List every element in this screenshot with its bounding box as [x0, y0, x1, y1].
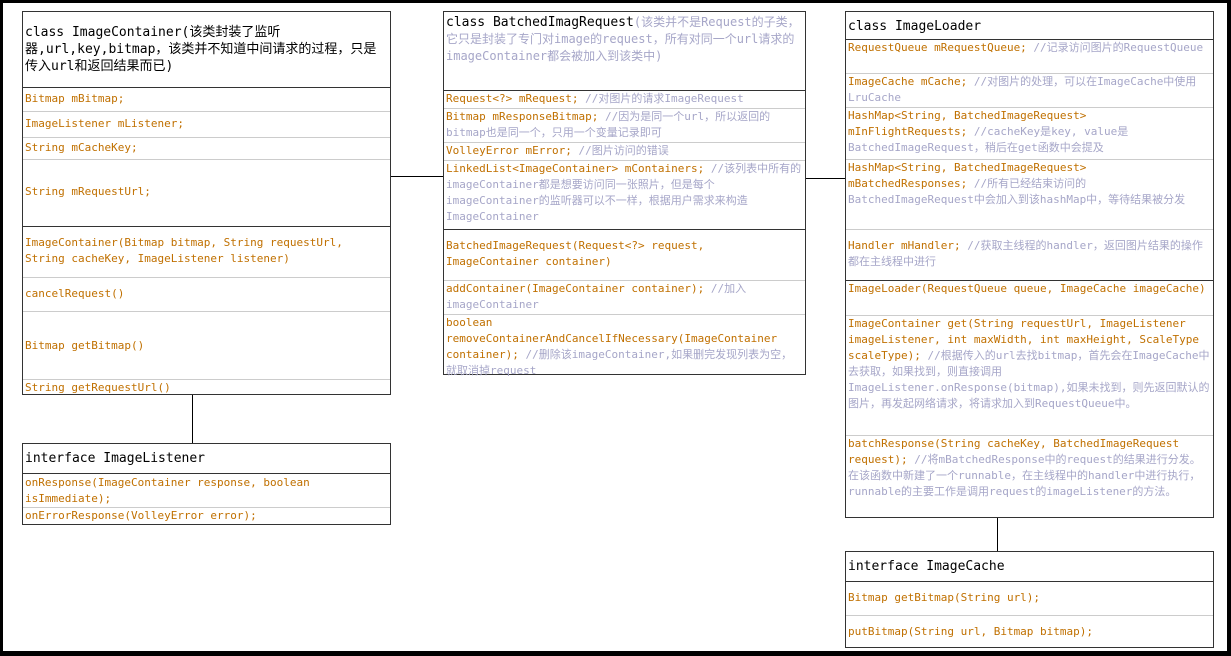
- method-code: onErrorResponse(VolleyError error);: [25, 509, 257, 522]
- method-code: putBitmap(String url, Bitmap bitmap);: [848, 625, 1094, 638]
- field-row: RequestQueue mRequestQueue; //记录访问图片的Req…: [846, 40, 1213, 74]
- field-row: Request<?> mRequest; //对图片的请求ImageReques…: [444, 91, 805, 109]
- field-row: HashMap<String, BatchedImageRequest> mBa…: [846, 160, 1213, 230]
- method-row: String getRequestUrl(): [23, 380, 390, 398]
- method-row: ImageContainer(Bitmap bitmap, String req…: [23, 226, 390, 278]
- connector-loader-cache: [997, 517, 998, 551]
- method-code: String getRequestUrl(): [25, 381, 171, 394]
- field-row: LinkedList<ImageContainer> mContainers; …: [444, 161, 805, 229]
- class-title: class ImageContainer(该类封装了监听器,url,key,bi…: [23, 12, 390, 88]
- method-row: batchResponse(String cacheKey, BatchedIm…: [846, 436, 1213, 516]
- field-row: HashMap<String, BatchedImageRequest> mIn…: [846, 108, 1213, 160]
- field-code: String mCacheKey;: [25, 141, 138, 154]
- field-row: String mCacheKey;: [23, 138, 390, 160]
- field-code: ImageCache mCache;: [848, 75, 968, 88]
- field-row: String mRequestUrl;: [23, 160, 390, 226]
- image-cache-interface: interface ImageCache Bitmap getBitmap(St…: [845, 551, 1214, 648]
- field-code: VolleyError mError;: [446, 144, 572, 157]
- method-code: Bitmap getBitmap(String url);: [848, 591, 1041, 604]
- connector-container-batched: [390, 176, 443, 177]
- method-row: ImageLoader(RequestQueue queue, ImageCac…: [846, 280, 1213, 316]
- method-code: BatchedImageRequest(Request<?> request, …: [446, 239, 705, 268]
- class-title: class ImageLoader: [846, 12, 1213, 40]
- field-comment: //对图片的请求ImageRequest: [578, 92, 744, 105]
- field-code: Request<?> mRequest;: [446, 92, 579, 105]
- field-comment: //图片访问的错误: [571, 144, 669, 157]
- field-row: Handler mHandler; //获取主线程的handler，返回图片结果…: [846, 230, 1213, 280]
- field-code: Bitmap mBitmap;: [25, 92, 125, 105]
- field-code: Bitmap mResponseBitmap;: [446, 110, 599, 123]
- field-code: RequestQueue mRequestQueue;: [848, 41, 1027, 54]
- field-code: String mRequestUrl;: [25, 185, 151, 198]
- method-row: BatchedImageRequest(Request<?> request, …: [444, 229, 805, 281]
- class-title: class BatchedImagRequest(该类并不是Request的子类…: [444, 12, 805, 91]
- interface-title: interface ImageCache: [846, 552, 1213, 582]
- method-code: onResponse(ImageContainer response, bool…: [25, 476, 310, 505]
- method-row: boolean removeContainerAndCancelIfNecess…: [444, 315, 805, 381]
- interface-title: interface ImageListener: [23, 444, 390, 474]
- field-code: Handler mHandler;: [848, 239, 961, 252]
- field-code: ImageListener mListener;: [25, 117, 184, 130]
- method-row: onResponse(ImageContainer response, bool…: [23, 474, 390, 508]
- field-code: LinkedList<ImageContainer> mContainers;: [446, 162, 705, 175]
- method-code: Bitmap getBitmap(): [25, 339, 145, 352]
- method-code: ImageContainer(Bitmap bitmap, String req…: [25, 236, 343, 265]
- method-row: Bitmap getBitmap(): [23, 312, 390, 380]
- field-row: Bitmap mBitmap;: [23, 88, 390, 112]
- field-row: ImageListener mListener;: [23, 112, 390, 138]
- method-row: addContainer(ImageContainer container); …: [444, 281, 805, 315]
- image-loader-class: class ImageLoader RequestQueue mRequestQ…: [845, 11, 1214, 518]
- method-code: cancelRequest(): [25, 287, 125, 300]
- connector-batched-loader: [805, 178, 845, 179]
- method-code: ImageLoader(RequestQueue queue, ImageCac…: [848, 282, 1206, 295]
- connector-container-listener: [192, 394, 193, 443]
- batched-image-request-class: class BatchedImagRequest(该类并不是Request的子类…: [443, 11, 806, 377]
- method-row: ImageContainer get(String requestUrl, Im…: [846, 316, 1213, 436]
- image-listener-interface: interface ImageListener onResponse(Image…: [22, 443, 391, 525]
- field-row: ImageCache mCache; //对图片的处理，可以在ImageCach…: [846, 74, 1213, 108]
- field-row: VolleyError mError; //图片访问的错误: [444, 143, 805, 161]
- field-comment: //记录访问图片的RequestQueue: [1026, 41, 1204, 54]
- method-row: Bitmap getBitmap(String url);: [846, 582, 1213, 616]
- method-code: addContainer(ImageContainer container);: [446, 282, 705, 295]
- method-row: cancelRequest(): [23, 278, 390, 312]
- uml-canvas: class ImageContainer(该类封装了监听器,url,key,bi…: [3, 3, 1227, 651]
- field-row: Bitmap mResponseBitmap; //因为是同一个url，所以返回…: [444, 109, 805, 143]
- image-container-class: class ImageContainer(该类封装了监听器,url,key,bi…: [22, 11, 391, 395]
- method-row: onErrorResponse(VolleyError error);: [23, 508, 390, 524]
- method-row: putBitmap(String url, Bitmap bitmap);: [846, 616, 1213, 646]
- class-name: class BatchedImagRequest: [446, 15, 634, 30]
